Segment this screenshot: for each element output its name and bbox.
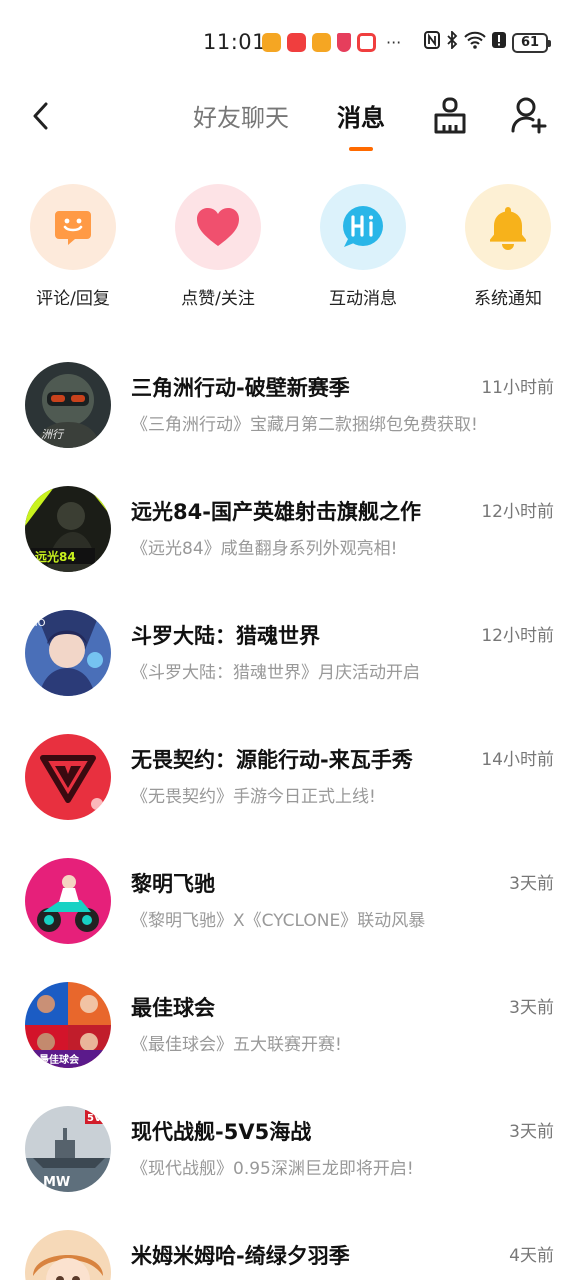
message-preview: 《无畏契约》手游今日正式上线!: [131, 787, 376, 807]
category-comments-replies[interactable]: 评论/回复: [13, 184, 133, 309]
message-time: 4天前: [509, 1246, 554, 1266]
status-bar: 11:01 ··· 61: [0, 0, 580, 86]
battery-icon: 61: [512, 33, 551, 53]
message-time: 3天前: [509, 998, 554, 1018]
message-title: 最佳球会: [131, 996, 215, 1020]
app-notification-icon: [312, 33, 331, 52]
category-shortcuts: 评论/回复 点赞/关注 互动消息 系统通知: [0, 184, 580, 314]
status-app-icons: ···: [262, 33, 401, 52]
message-time: 3天前: [509, 874, 554, 894]
status-system-icons: 61: [424, 29, 551, 55]
message-item[interactable]: MO 斗罗大陆：猎魂世界 12小时前 《斗罗大陆：猎魂世界》月庆活动开启: [0, 600, 580, 724]
game-avatar-dawn-racing: [25, 858, 111, 944]
message-item[interactable]: 黎明飞驰 3天前 《黎明飞驰》X《CYCLONE》联动风暴: [0, 848, 580, 972]
message-title: 黎明飞驰: [131, 872, 215, 896]
shield-app-icon: [337, 33, 351, 52]
bluetooth-icon: [446, 29, 458, 55]
game-avatar-delta-force: 洲行: [25, 362, 111, 448]
message-title: 斗罗大陆：猎魂世界: [131, 624, 320, 648]
game-avatar-modern-warships: 5V5 MW: [25, 1106, 111, 1192]
game-avatar-mimumimuha: [25, 1230, 111, 1280]
wifi-icon: [464, 31, 486, 55]
more-notifications-icon: ···: [386, 33, 402, 52]
message-time: 12小时前: [481, 626, 554, 646]
category-icon-circle: [465, 184, 551, 270]
svg-text:MW: MW: [43, 1175, 70, 1190]
message-preview: 《最佳球会》五大联赛开赛!: [131, 1035, 342, 1055]
tab-messages[interactable]: 消息: [337, 98, 385, 133]
message-time: 3天前: [509, 1122, 554, 1142]
bell-icon: [490, 207, 526, 250]
svg-text:远光84: 远光84: [35, 549, 76, 564]
category-likes-follows[interactable]: 点赞/关注: [158, 184, 278, 309]
message-title: 现代战舰-5V5海战: [131, 1120, 312, 1144]
message-item[interactable]: 米姆米姆哈-绮绿夕羽季 4天前: [0, 1220, 580, 1280]
game-avatar-best-club: 最佳球会: [25, 982, 111, 1068]
svg-text:MO: MO: [29, 618, 46, 629]
message-title: 三角洲行动-破壁新赛季: [131, 376, 350, 400]
nfc-icon: [424, 31, 440, 55]
add-friend-button[interactable]: [510, 95, 548, 135]
header-bar: 好友聊天 消息: [0, 86, 580, 160]
message-item[interactable]: 无畏契约：源能行动-来瓦手秀 14小时前 《无畏契约》手游今日正式上线!: [0, 724, 580, 848]
category-system-notifications[interactable]: 系统通知: [448, 184, 568, 309]
message-preview: 《现代战舰》0.95深渊巨龙即将开启!: [131, 1159, 414, 1179]
broom-icon: [434, 97, 466, 134]
message-item[interactable]: 洲行 三角洲行动-破壁新赛季 11小时前 《三角洲行动》宝藏月第二款捆绑包免费获…: [0, 352, 580, 476]
category-icon-circle: [320, 184, 406, 270]
alert-icon: [492, 31, 506, 55]
message-item[interactable]: 5V5 MW 现代战舰-5V5海战 3天前 《现代战舰》0.95深渊巨龙即将开启…: [0, 1096, 580, 1220]
message-preview: 《斗罗大陆：猎魂世界》月庆活动开启: [131, 663, 420, 683]
message-preview: 《三角洲行动》宝藏月第二款捆绑包免费获取!: [131, 415, 478, 435]
heart-icon: [197, 208, 239, 246]
message-time: 12小时前: [481, 502, 554, 522]
category-interactions[interactable]: 互动消息: [303, 184, 423, 309]
svg-text:5V5: 5V5: [87, 1113, 109, 1124]
app-notification-icon: [262, 33, 281, 52]
svg-text:最佳球会: 最佳球会: [39, 1053, 79, 1066]
clear-unread-button[interactable]: [430, 96, 470, 136]
back-button[interactable]: [22, 96, 58, 136]
svg-text:洲行: 洲行: [41, 428, 65, 441]
message-item[interactable]: 远光84 远光84-国产英雄射击旗舰之作 12小时前 《远光84》咸鱼翻身系列外…: [0, 476, 580, 600]
message-preview: 《黎明飞驰》X《CYCLONE》联动风暴: [131, 911, 426, 931]
category-label: 点赞/关注: [181, 289, 255, 309]
hi-bubble-icon: [343, 206, 383, 247]
category-label: 互动消息: [329, 289, 397, 309]
chat-smile-icon: [55, 211, 91, 245]
category-icon-circle: [175, 184, 261, 270]
red-app-icon: [357, 33, 376, 52]
message-preview: 《远光84》咸鱼翻身系列外观亮相!: [131, 539, 398, 559]
message-title: 无畏契约：源能行动-来瓦手秀: [131, 748, 413, 772]
game-avatar-douluo: MO: [25, 610, 111, 696]
game-avatar-farlight84: 远光84: [25, 486, 111, 572]
active-tab-indicator: [349, 147, 373, 151]
category-label: 评论/回复: [36, 289, 110, 309]
chevron-left-icon: [33, 102, 48, 130]
category-icon-circle: [30, 184, 116, 270]
message-title: 远光84-国产英雄射击旗舰之作: [131, 500, 421, 524]
status-time: 11:01: [203, 30, 267, 54]
message-item[interactable]: 最佳球会 最佳球会 3天前 《最佳球会》五大联赛开赛!: [0, 972, 580, 1096]
add-user-icon: [511, 97, 547, 134]
message-list: 洲行 三角洲行动-破壁新赛季 11小时前 《三角洲行动》宝藏月第二款捆绑包免费获…: [0, 352, 580, 1280]
category-label: 系统通知: [474, 289, 542, 309]
message-title: 米姆米姆哈-绮绿夕羽季: [131, 1244, 350, 1268]
message-time: 14小时前: [481, 750, 554, 770]
game-avatar-valorant: [25, 734, 111, 820]
video-app-icon: [287, 33, 306, 52]
tab-friend-chat[interactable]: 好友聊天: [193, 98, 289, 133]
message-time: 11小时前: [481, 378, 554, 398]
